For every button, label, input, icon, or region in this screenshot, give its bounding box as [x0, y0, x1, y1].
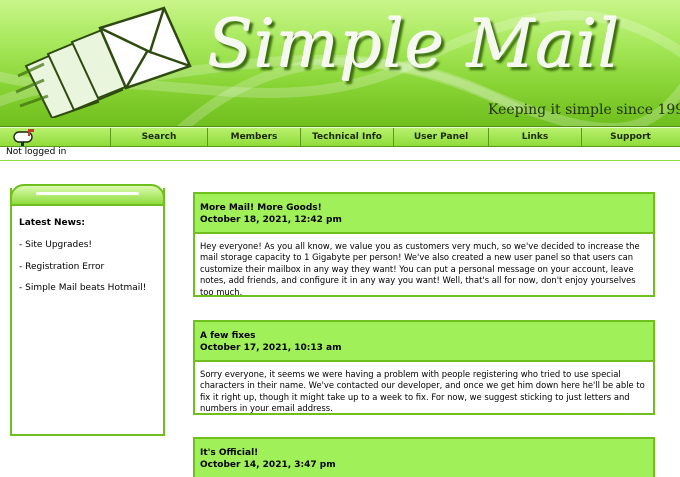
post-body: Sorry everyone, it seems we were having … — [200, 369, 645, 414]
site-tagline: Keeping it simple since 1995, yo — [488, 102, 680, 118]
nav-technical-info-link[interactable]: Technical Info — [300, 128, 393, 146]
nav-search-link[interactable]: Search — [110, 128, 207, 146]
post-date: October 18, 2021, 12:42 pm — [200, 215, 342, 225]
news-sidebar: Latest News: - Site Upgrades! - Registra… — [10, 184, 165, 436]
nav-members-link[interactable]: Members — [207, 128, 300, 146]
login-status-bar: Not logged in — [0, 146, 680, 161]
news-item-registration-error[interactable]: - Registration Error — [19, 262, 104, 272]
sidebar-heading: Latest News: — [19, 218, 85, 228]
sidebar-cap — [10, 184, 165, 206]
main-nav: Search Members Technical Info User Panel… — [0, 127, 680, 147]
news-item-site-upgrades[interactable]: - Site Upgrades! — [19, 240, 92, 250]
nav-support-link[interactable]: Support — [581, 128, 679, 146]
post-body: Hey everyone! As you all know, we value … — [200, 241, 640, 297]
post-header: It's Official! October 14, 2021, 3:47 pm — [195, 439, 653, 477]
login-status-text: Not logged in — [6, 147, 67, 157]
post-header: A few fixes October 17, 2021, 10:13 am — [195, 322, 653, 362]
post-date: October 14, 2021, 3:47 pm — [200, 460, 336, 470]
post-header: More Mail! More Goods! October 18, 2021,… — [195, 194, 653, 234]
news-post: More Mail! More Goods! October 18, 2021,… — [193, 192, 655, 297]
envelope-stack-icon — [15, 6, 192, 118]
post-title: A few fixes — [200, 331, 256, 341]
site-banner: Simple Mail Keeping it simple since 1995… — [0, 0, 680, 127]
news-item-beats-hotmail[interactable]: - Simple Mail beats Hotmail! — [19, 283, 146, 293]
nav-user-panel-link[interactable]: User Panel — [393, 128, 488, 146]
nav-links-link[interactable]: Links — [488, 128, 581, 146]
post-date: October 17, 2021, 10:13 am — [200, 343, 342, 353]
post-title: It's Official! — [200, 448, 259, 458]
post-title: More Mail! More Goods! — [200, 203, 322, 213]
mailbox-icon[interactable] — [4, 128, 42, 146]
news-post: It's Official! October 14, 2021, 3:47 pm — [193, 437, 655, 477]
site-title: Simple Mail — [208, 6, 621, 83]
news-post: A few fixes October 17, 2021, 10:13 am S… — [193, 320, 655, 415]
